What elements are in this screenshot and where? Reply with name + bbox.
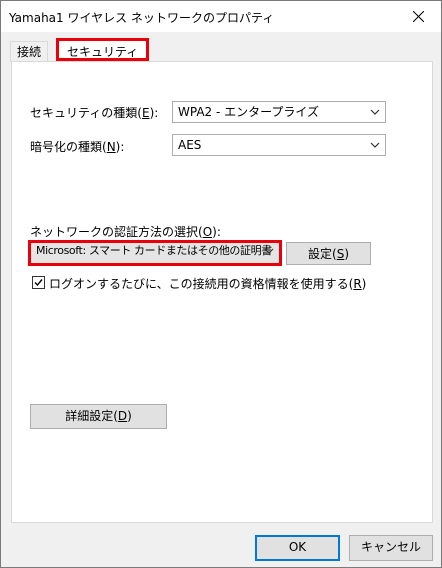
tab-security[interactable]: セキュリティ [56, 38, 150, 61]
tab-connection[interactable]: 接続 [10, 41, 49, 62]
title-bar: Yamaha1 ワイヤレス ネットワークのプロパティ [1, 1, 441, 32]
encryption-type-label: 暗号化の種類(N): [30, 140, 125, 154]
window-title: Yamaha1 ワイヤレス ネットワークのプロパティ [9, 11, 275, 25]
close-icon [412, 11, 424, 22]
chevron-down-icon [370, 135, 380, 161]
tab-strip: 接続 セキュリティ [1, 32, 441, 62]
encryption-type-value: AES [178, 138, 202, 152]
remember-credentials-label: ログオンするたびに、この接続用の資格情報を使用する(R) [49, 277, 367, 291]
auth-method-select[interactable]: Microsoft: スマート カードまたはその他の証明書 [28, 240, 282, 266]
settings-button[interactable]: 設定(S) [286, 242, 371, 265]
chevron-down-icon [264, 241, 274, 266]
properties-dialog: Yamaha1 ワイヤレス ネットワークのプロパティ 接続 セキュリティ セキュ… [0, 0, 442, 568]
checkbox-box[interactable] [32, 276, 45, 289]
security-type-label: セキュリティの種類(E): [30, 106, 159, 120]
cancel-button[interactable]: キャンセル [349, 535, 433, 561]
encryption-type-select[interactable]: AES [172, 134, 386, 156]
security-panel: セキュリティの種類(E): WPA2 - エンタープライズ 暗号化の種類(N):… [11, 61, 433, 523]
security-type-select[interactable]: WPA2 - エンタープライズ [172, 101, 386, 123]
chevron-down-icon [370, 102, 380, 128]
security-type-value: WPA2 - エンタープライズ [178, 105, 320, 119]
auth-method-label: ネットワークの認証方法の選択(O): [30, 225, 221, 239]
ok-button[interactable]: OK [255, 535, 340, 561]
auth-method-value: Microsoft: スマート カードまたはその他の証明書 [36, 244, 272, 257]
advanced-settings-button[interactable]: 詳細設定(D) [30, 404, 167, 429]
close-button[interactable] [395, 1, 441, 32]
check-icon [34, 279, 43, 287]
